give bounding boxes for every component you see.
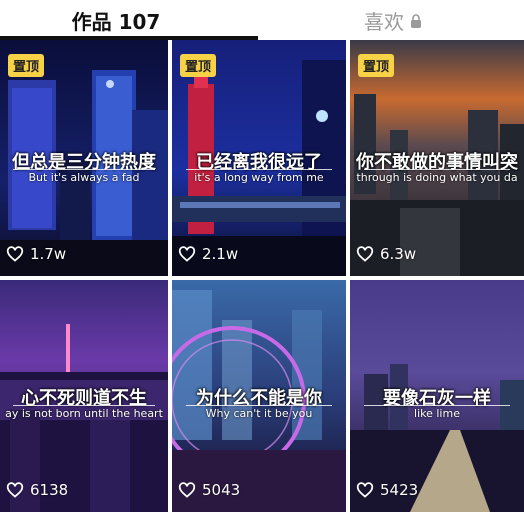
video-card[interactable]: 置顶 你不敢做的事情叫突 through is doing what you d…: [350, 40, 524, 276]
video-card[interactable]: 要像石灰一样 like lime 5423: [350, 280, 524, 512]
like-count: 6.3w: [356, 245, 416, 263]
pinned-badge: 置顶: [8, 54, 45, 77]
video-subtitle: Why can't it be you: [205, 407, 313, 420]
caption-divider: [363, 169, 511, 170]
heart-icon: [6, 246, 24, 262]
caption-divider: [363, 405, 511, 406]
like-count-value: 5043: [202, 481, 241, 499]
caption-divider: [185, 169, 333, 170]
video-subtitle: through is doing what you da: [356, 171, 518, 184]
like-count-value: 6138: [30, 481, 69, 499]
tab-works[interactable]: 作品 107: [0, 0, 262, 40]
like-count: 5423: [356, 481, 418, 499]
like-count-value: 1.7w: [30, 245, 67, 263]
heart-icon: [356, 482, 374, 498]
video-grid: 置顶 但总是三分钟热度 But it's always a fad 1.7w 置…: [0, 40, 524, 512]
like-count-value: 2.1w: [202, 245, 239, 263]
like-count: 1.7w: [6, 245, 66, 263]
caption-divider: [185, 405, 333, 406]
like-count-value: 6.3w: [380, 245, 417, 263]
like-count: 6138: [6, 481, 68, 499]
like-count: 5043: [178, 481, 240, 499]
heart-icon: [356, 246, 374, 262]
heart-icon: [178, 246, 196, 262]
video-subtitle: ay is not born until the heart: [5, 407, 163, 420]
video-card[interactable]: 为什么不能是你 Why can't it be you 5043: [172, 280, 346, 512]
video-card[interactable]: 置顶 但总是三分钟热度 But it's always a fad 1.7w: [0, 40, 168, 276]
profile-tabs: 作品 107 喜欢: [0, 0, 524, 40]
video-card[interactable]: 置顶 已经离我很远了 it's a long way from me 2.1w: [172, 40, 346, 276]
video-card[interactable]: 心不死则道不生 ay is not born until the heart 6…: [0, 280, 168, 512]
heart-icon: [6, 482, 24, 498]
tab-likes[interactable]: 喜欢: [262, 0, 524, 40]
video-subtitle: like lime: [414, 407, 460, 420]
pinned-badge: 置顶: [180, 54, 217, 77]
video-subtitle: But it's always a fad: [28, 171, 140, 184]
tab-works-label: 作品 107: [71, 9, 161, 34]
tab-likes-label: 喜欢: [364, 9, 404, 34]
caption-divider: [13, 405, 155, 406]
pinned-badge: 置顶: [358, 54, 395, 77]
like-count: 2.1w: [178, 245, 238, 263]
video-subtitle: it's a long way from me: [194, 171, 324, 184]
caption-divider: [13, 169, 155, 170]
lock-icon: [411, 14, 421, 28]
heart-icon: [178, 482, 196, 498]
like-count-value: 5423: [380, 481, 419, 499]
